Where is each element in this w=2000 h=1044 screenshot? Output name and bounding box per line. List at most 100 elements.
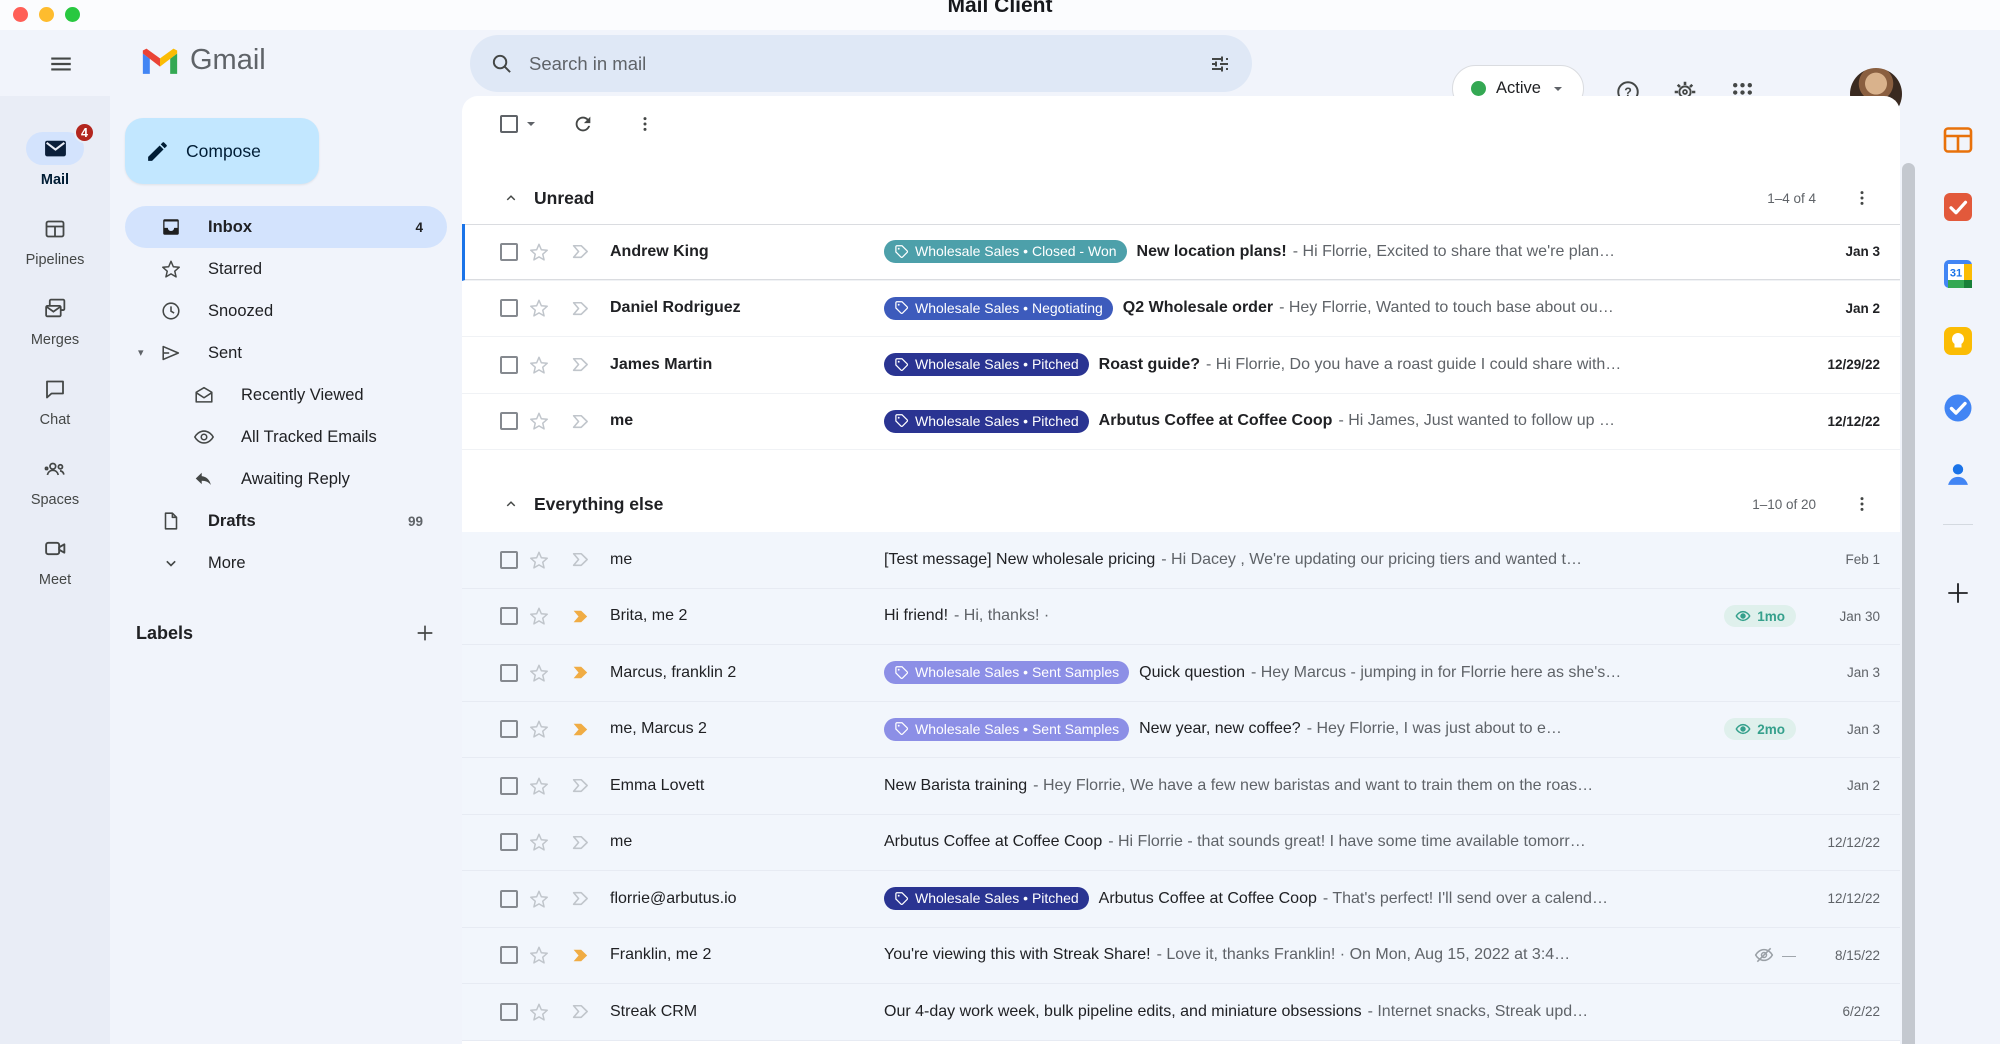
row-star-icon[interactable]: [518, 297, 560, 319]
row-checkbox[interactable]: [500, 890, 518, 908]
row-checkbox[interactable]: [500, 243, 518, 261]
add-label-plus-icon[interactable]: [414, 622, 436, 644]
mail-row[interactable]: Emma LovettNew Barista training- Hey Flo…: [462, 758, 1900, 815]
main-menu-icon[interactable]: [42, 47, 80, 81]
select-caret-icon[interactable]: [525, 118, 537, 130]
sidebar-item-sent[interactable]: ▾Sent: [125, 332, 447, 374]
tracking-seen-label: 1mo: [1757, 609, 1785, 624]
importance-marker-icon[interactable]: [560, 719, 602, 740]
importance-marker-icon[interactable]: [560, 606, 602, 627]
sidebar-item-recently-viewed[interactable]: Recently Viewed: [125, 374, 447, 416]
mail-row[interactable]: Daniel RodriguezWholesale Sales • Negoti…: [462, 281, 1900, 338]
row-star-icon[interactable]: [518, 354, 560, 376]
side-panel-keep-button[interactable]: [1940, 323, 1976, 359]
mail-row[interactable]: Andrew KingWholesale Sales • Closed - Wo…: [462, 224, 1900, 281]
row-date: 8/15/22: [1810, 948, 1880, 963]
row-date: 12/12/22: [1810, 891, 1880, 906]
scrollbar-thumb[interactable]: [1902, 163, 1915, 1044]
row-checkbox[interactable]: [500, 946, 518, 964]
importance-marker-icon[interactable]: [560, 662, 602, 683]
importance-marker-icon[interactable]: [560, 832, 602, 853]
importance-marker-icon[interactable]: [560, 775, 602, 796]
refresh-icon[interactable]: [563, 104, 603, 144]
row-checkbox[interactable]: [500, 607, 518, 625]
mail-row[interactable]: me, Marcus 2Wholesale Sales • Sent Sampl…: [462, 702, 1900, 759]
importance-marker-icon[interactable]: [560, 298, 602, 319]
compose-button[interactable]: Compose: [125, 118, 319, 184]
importance-marker-icon[interactable]: [560, 1001, 602, 1022]
row-checkbox[interactable]: [500, 299, 518, 317]
rail-item-spaces[interactable]: Spaces: [0, 452, 110, 514]
gmail-logo[interactable]: Gmail: [140, 44, 266, 77]
row-checkbox[interactable]: [500, 777, 518, 795]
collapse-triangle-icon[interactable]: ▾: [138, 346, 144, 359]
row-star-icon[interactable]: [518, 410, 560, 432]
row-star-icon[interactable]: [518, 718, 560, 740]
row-star-icon[interactable]: [518, 775, 560, 797]
rail-item-pipelines[interactable]: Pipelines: [0, 212, 110, 274]
sidebar-item-all-tracked-emails[interactable]: All Tracked Emails: [125, 416, 447, 458]
side-panel-check-addon-button[interactable]: [1940, 189, 1976, 225]
sidebar-item-snoozed[interactable]: Snoozed: [125, 290, 447, 332]
importance-marker-icon[interactable]: [560, 411, 602, 432]
importance-marker-icon[interactable]: [560, 888, 602, 909]
mail-row[interactable]: florrie@arbutus.ioWholesale Sales • Pitc…: [462, 871, 1900, 928]
row-subject: [Test message] New wholesale pricing: [884, 551, 1155, 569]
mail-row[interactable]: meWholesale Sales • PitchedArbutus Coffe…: [462, 394, 1900, 451]
side-panel-streak-pipelines-button[interactable]: [1940, 122, 1976, 158]
row-checkbox[interactable]: [500, 1003, 518, 1021]
side-panel-tasks-button[interactable]: [1940, 390, 1976, 426]
sidebar-item-drafts[interactable]: Drafts99: [125, 500, 447, 542]
section-collapse-icon[interactable]: [502, 495, 520, 513]
row-checkbox[interactable]: [500, 720, 518, 738]
mail-row[interactable]: James MartinWholesale Sales • PitchedRoa…: [462, 337, 1900, 394]
side-panel-contacts-button[interactable]: [1940, 457, 1976, 493]
row-star-icon[interactable]: [518, 1001, 560, 1023]
mail-row[interactable]: Franklin, me 2You're viewing this with S…: [462, 928, 1900, 985]
tracking-seen-pill[interactable]: 2mo: [1724, 718, 1796, 740]
row-checkbox[interactable]: [500, 664, 518, 682]
rail-item-meet[interactable]: Meet: [0, 532, 110, 594]
rail-item-mail[interactable]: 4Mail: [0, 132, 110, 194]
mail-row[interactable]: Marcus, franklin 2Wholesale Sales • Sent…: [462, 645, 1900, 702]
more-options-icon[interactable]: [625, 104, 665, 144]
rail-item-merges[interactable]: Merges: [0, 292, 110, 354]
row-star-icon[interactable]: [518, 549, 560, 571]
row-star-icon[interactable]: [518, 944, 560, 966]
section-collapse-icon[interactable]: [502, 189, 520, 207]
row-checkbox[interactable]: [500, 551, 518, 569]
search-bar[interactable]: [470, 35, 1252, 92]
mail-row[interactable]: meArbutus Coffee at Coffee Coop- Hi Flor…: [462, 815, 1900, 872]
row-star-icon[interactable]: [518, 831, 560, 853]
sidebar-item-inbox[interactable]: Inbox4: [125, 206, 447, 248]
row-star-icon[interactable]: [518, 662, 560, 684]
importance-marker-icon[interactable]: [560, 354, 602, 375]
sidebar-item-awaiting-reply[interactable]: Awaiting Reply: [125, 458, 447, 500]
section-menu-icon[interactable]: [1846, 488, 1878, 520]
importance-marker-icon[interactable]: [560, 241, 602, 262]
importance-marker-icon[interactable]: [560, 549, 602, 570]
row-checkbox[interactable]: [500, 356, 518, 374]
side-panel-add-button[interactable]: [1940, 575, 1976, 611]
side-panel-calendar-button[interactable]: 31: [1940, 256, 1976, 292]
mail-row[interactable]: Brita, me 2Hi friend!- Hi, thanks! ·1moJ…: [462, 589, 1900, 646]
sidebar-item-starred[interactable]: Starred: [125, 248, 447, 290]
row-star-icon[interactable]: [518, 605, 560, 627]
sidebar-item-more[interactable]: More: [125, 542, 447, 584]
row-snippet: - That's perfect! I'll send over a calen…: [1323, 890, 1608, 908]
tracking-seen-pill[interactable]: 1mo: [1724, 605, 1796, 627]
search-input[interactable]: [529, 53, 1192, 75]
mail-row[interactable]: Streak CRMOur 4-day work week, bulk pipe…: [462, 984, 1900, 1041]
select-all-checkbox[interactable]: [500, 115, 518, 133]
row-checkbox[interactable]: [500, 412, 518, 430]
search-icon[interactable]: [490, 52, 513, 75]
row-checkbox[interactable]: [500, 833, 518, 851]
row-sender: Brita, me 2: [602, 607, 884, 625]
row-star-icon[interactable]: [518, 241, 560, 263]
row-star-icon[interactable]: [518, 888, 560, 910]
importance-marker-icon[interactable]: [560, 945, 602, 966]
mail-row[interactable]: me[Test message] New wholesale pricing- …: [462, 532, 1900, 589]
rail-item-chat[interactable]: Chat: [0, 372, 110, 434]
section-menu-icon[interactable]: [1846, 182, 1878, 214]
search-options-tune-icon[interactable]: [1208, 52, 1232, 76]
